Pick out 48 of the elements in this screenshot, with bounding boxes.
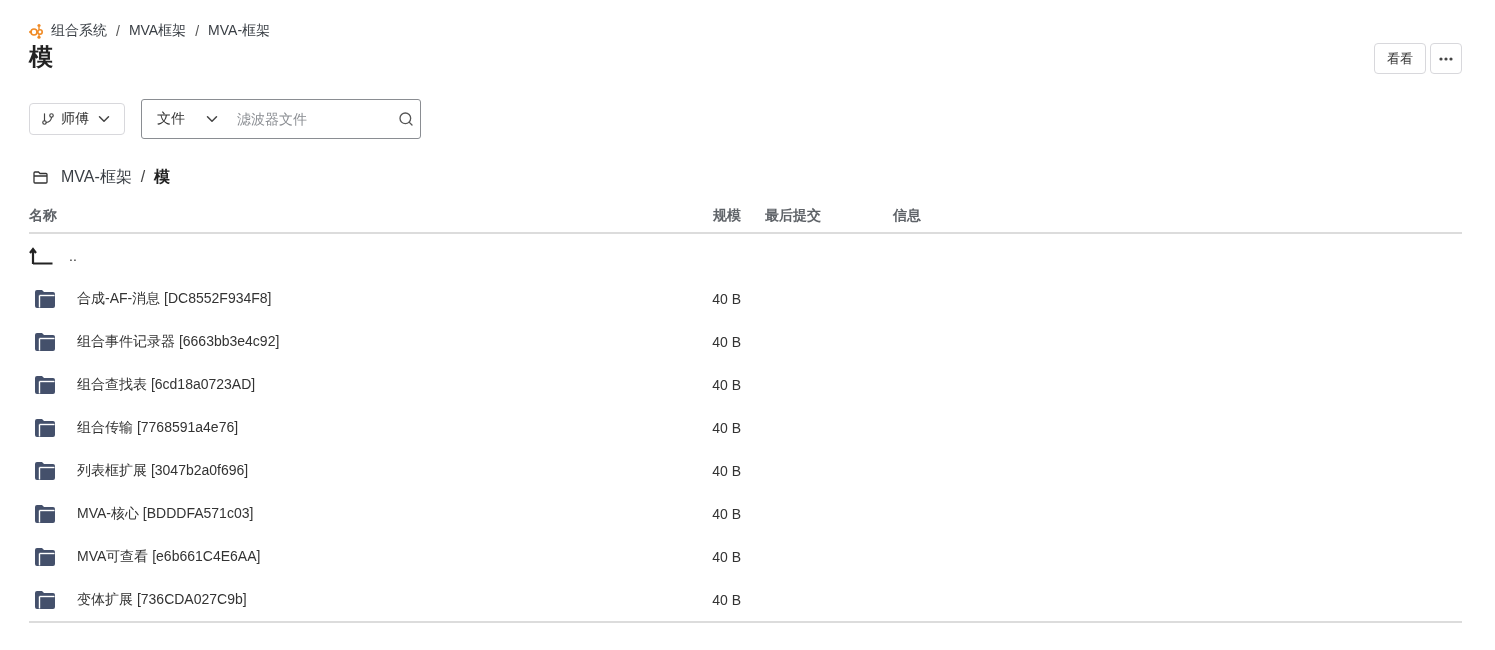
- breadcrumb-link[interactable]: MVA框架: [128, 22, 187, 40]
- folder-link[interactable]: MVA可查看 [e6b661C4E6AA]: [77, 547, 261, 566]
- folder-link[interactable]: 组合传输 [7768591a4e76]: [77, 418, 239, 437]
- column-header: 名称: [29, 207, 57, 225]
- column-header: 最后提交: [765, 207, 821, 225]
- logo-icon: [29, 23, 45, 39]
- breadcrumb-separator: /: [116, 23, 120, 39]
- folder-icon: [34, 288, 56, 309]
- scope-dropdown[interactable]: 文件: [157, 110, 221, 128]
- folder-link[interactable]: 列表框扩展 [3047b2a0f696]: [77, 461, 249, 480]
- search-field[interactable]: 文件 滤波器文件: [141, 99, 421, 139]
- size-cell: 40 B: [712, 548, 741, 565]
- breadcrumb-separator: /: [195, 23, 200, 39]
- breadcrumb-link[interactable]: 组合系统: [51, 22, 107, 40]
- folder-link[interactable]: 组合查找表 [6cd18a0723AD]: [77, 375, 256, 394]
- column-header: 规模: [713, 207, 741, 225]
- folder-icon: [33, 170, 48, 184]
- current-folder-name: 模: [154, 166, 171, 187]
- parent-folder-link[interactable]: ..: [69, 247, 77, 264]
- size-cell: 40 B: [712, 376, 741, 393]
- up-arrow-icon: [29, 246, 53, 265]
- size-cell: 40 B: [712, 333, 741, 350]
- page-title: 模: [29, 42, 54, 72]
- folder-link[interactable]: 变体扩展 [736CDA027C9b]: [77, 590, 247, 609]
- search-icon[interactable]: [398, 111, 414, 127]
- view-button[interactable]: 看看: [1374, 43, 1426, 74]
- size-cell: 40 B: [712, 419, 741, 436]
- more-icon: [1439, 56, 1453, 61]
- folder-icon: [34, 546, 56, 567]
- folder-icon: [34, 460, 56, 481]
- breadcrumb-link[interactable]: MVA-框架: [208, 22, 271, 40]
- branch-icon: [41, 112, 55, 126]
- folder-icon: [34, 417, 56, 438]
- folder-icon: [34, 331, 56, 352]
- size-cell: 40 B: [712, 505, 741, 522]
- branch-dropdown[interactable]: 师傅: [29, 103, 125, 135]
- folder-icon: [34, 503, 56, 524]
- size-cell: 40 B: [712, 290, 741, 307]
- folder-icon: [34, 589, 56, 610]
- path-link[interactable]: MVA-框架: [61, 166, 132, 188]
- folder-link[interactable]: MVA-核心 [BDDDFA571c03]: [77, 504, 254, 523]
- folder-link[interactable]: 合成-AF-消息 [DC8552F934F8]: [77, 289, 272, 308]
- folder-link[interactable]: 组合事件记录器 [6663bb3e4c92]: [77, 332, 280, 351]
- size-cell: 40 B: [712, 462, 741, 479]
- column-header: 信息: [893, 207, 921, 225]
- path-separator: /: [140, 168, 146, 186]
- size-cell: 40 B: [712, 591, 741, 608]
- folder-icon: [34, 374, 56, 395]
